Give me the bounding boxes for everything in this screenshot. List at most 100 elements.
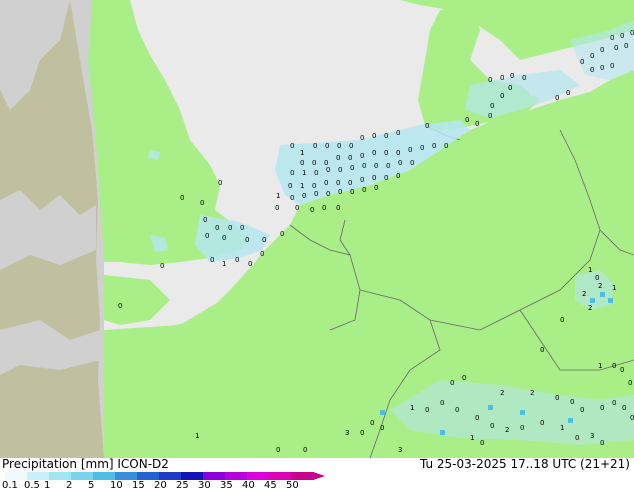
rain-value-label: 0 — [360, 134, 364, 142]
rain-value-label: 1 — [302, 169, 306, 177]
rain-value-label: 0 — [490, 422, 494, 430]
rain-value-label: 1 — [410, 404, 414, 412]
rain-value-label: 1 — [300, 182, 304, 190]
rain-value-label: 0 — [384, 149, 388, 157]
rain-cell — [600, 292, 605, 297]
rain-value-label: 0 — [620, 32, 624, 40]
rain-value-label: 0 — [337, 142, 341, 150]
rain-value-label: 0 — [595, 274, 599, 282]
rain-value-label: 0 — [350, 188, 354, 196]
scale-tick: 20 — [154, 480, 167, 491]
rain-value-label: 0 — [540, 346, 544, 354]
rain-value-label: 0 — [348, 154, 352, 162]
rain-value-label: 0 — [215, 224, 219, 232]
rain-value-label: 0 — [580, 406, 584, 414]
scale-swatch — [203, 472, 226, 480]
rain-cell — [568, 418, 573, 423]
scale-arrow — [313, 472, 325, 480]
scale-tick: 40 — [242, 480, 255, 491]
rain-value-label: 0 — [362, 186, 366, 194]
rain-value-label: 0 — [348, 179, 352, 187]
scale-tick: 25 — [176, 480, 189, 491]
rain-value-label: 0 — [314, 169, 318, 177]
rain-value-label: 0 — [628, 379, 632, 387]
rain-value-label: 0 — [302, 192, 306, 200]
rain-value-label: 1 — [195, 432, 199, 440]
rain-value-label: 0 — [575, 434, 579, 442]
scale-tick: 0.1 — [2, 480, 18, 491]
rain-value-label: 0 — [510, 72, 514, 80]
rain-value-label: 0 — [360, 429, 364, 437]
rain-value-label: 0 — [362, 162, 366, 170]
rain-cell — [590, 298, 595, 303]
rain-value-label: 0 — [118, 302, 122, 310]
rain-value-label: 0 — [614, 44, 618, 52]
rain-value-label: 0 — [444, 142, 448, 150]
rain-value-label: 2 — [530, 389, 534, 397]
rain-cell — [520, 410, 525, 415]
rain-value-label: 0 — [360, 152, 364, 160]
rain-value-label: 0 — [350, 164, 354, 172]
rain-value-label: 0 — [372, 174, 376, 182]
rain-value-label: 0 — [312, 182, 316, 190]
rain-value-label: 0 — [555, 394, 559, 402]
rain-cell — [380, 410, 385, 415]
legend-bar: Precipitation [mm] ICON-D2 Tu 25-03-2025… — [0, 457, 634, 491]
valid-time: Tu 25-03-2025 17..18 UTC (21+21) — [419, 457, 630, 471]
scale-swatch — [49, 472, 72, 480]
rain-value-label: 0 — [280, 230, 284, 238]
scale-swatch — [27, 472, 50, 480]
rain-value-label: 0 — [288, 182, 292, 190]
rain-value-label: 0 — [290, 194, 294, 202]
scale-swatch — [181, 472, 204, 480]
rain-value-label: 0 — [314, 190, 318, 198]
rain-value-label: 0 — [396, 172, 400, 180]
rain-value-label: 0 — [370, 419, 374, 427]
rain-value-label: 0 — [384, 132, 388, 140]
rain-value-label: 2 — [582, 290, 586, 298]
rain-value-label: 0 — [580, 58, 584, 66]
rain-value-label: 0 — [240, 224, 244, 232]
rain-value-label: 0 — [475, 414, 479, 422]
scale-tick: 15 — [132, 480, 145, 491]
rain-value-label: 0 — [508, 84, 512, 92]
rain-value-label: 1 — [276, 192, 280, 200]
rain-cell — [488, 405, 493, 410]
rain-value-label: 0 — [475, 120, 479, 128]
scale-swatch — [71, 472, 94, 480]
rain-value-label: 0 — [210, 256, 214, 264]
rain-value-label: 0 — [290, 169, 294, 177]
rain-value-label: 0 — [360, 176, 364, 184]
rain-value-label: 0 — [312, 159, 316, 167]
rain-value-label: 0 — [398, 159, 402, 167]
rain-value-label: 0 — [425, 122, 429, 130]
rain-value-label: 0 — [570, 398, 574, 406]
rain-value-label: 0 — [228, 224, 232, 232]
rain-value-label: 0 — [600, 46, 604, 54]
rain-value-label: 0 — [560, 316, 564, 324]
scale-tick: 5 — [88, 480, 95, 491]
rain-value-label: 0 — [303, 446, 307, 454]
rain-value-label: 3 — [590, 432, 594, 440]
rain-value-label: 0 — [488, 76, 492, 84]
rain-value-label: 0 — [336, 204, 340, 212]
map-canvas: 010 0 0 00 0 0 00 0 00 0 0 0 0 0 0 0 0 00 1 0 0 0 0 0 0 0 0 00 1 0 0 0 0… — [0, 0, 634, 458]
rain-value-label: 0 — [620, 366, 624, 374]
rain-value-label: 0 — [276, 446, 280, 454]
rain-value-label: 0 — [612, 399, 616, 407]
rain-value-label: 0 — [310, 206, 314, 214]
rain-value-label: 0 — [420, 144, 424, 152]
rain-value-label: 0 — [325, 142, 329, 150]
rain-value-label: 0 — [488, 112, 492, 120]
rain-value-label: 0 — [205, 232, 209, 240]
rain-value-label: 1 — [470, 434, 474, 442]
scale-swatch — [269, 472, 292, 480]
rain-value-label: 0 — [326, 190, 330, 198]
rain-value-label: 0 — [222, 234, 226, 242]
rain-value-label: 3 — [398, 446, 402, 454]
rain-value-label: 0 — [218, 179, 222, 187]
rain-value-label: 0 — [630, 29, 634, 37]
rain-value-label: 0 — [336, 179, 340, 187]
rain-value-label: 1 — [588, 266, 592, 274]
rain-value-label: 0 — [384, 174, 388, 182]
